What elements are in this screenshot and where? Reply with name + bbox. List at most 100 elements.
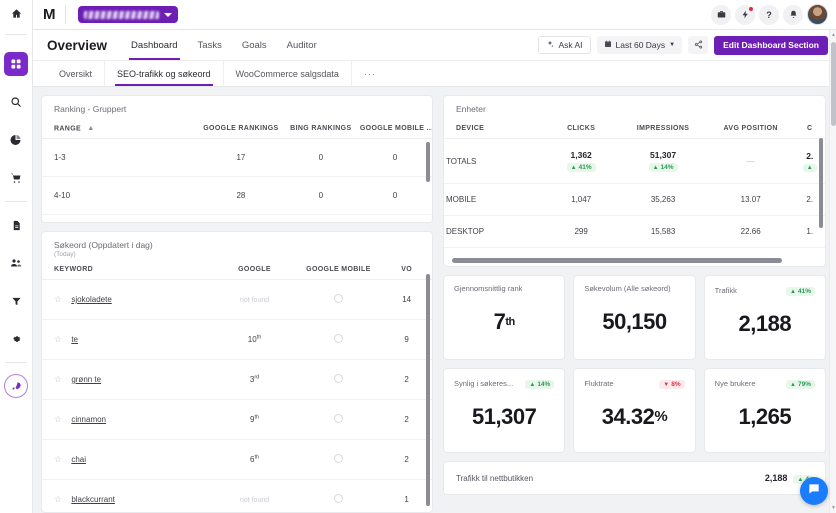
keyword-link[interactable]: grønn te (71, 375, 101, 384)
col-range[interactable]: RANGE ▲ (42, 119, 198, 140)
kpi-card-visibility: Synlig i søkeres... ▲ 14% 51,307 (443, 368, 566, 453)
keyword-link[interactable]: te (71, 335, 78, 344)
devices-table-vertical-scrollbar[interactable] (819, 138, 823, 228)
subtab-oversikt[interactable]: Oversikt (47, 61, 106, 86)
sidebar-item-ecommerce[interactable] (4, 166, 28, 190)
table-row[interactable]: 1-3 17 0 0 (42, 138, 432, 178)
table-row[interactable]: ☆ cinnamon 9th 2 (42, 399, 432, 440)
col-clicks[interactable]: CLICKS (543, 119, 620, 139)
subtab-seo-trafikk-og-sokeord[interactable]: SEO-trafikk og søkeord (105, 61, 224, 86)
devices-table-horizontal-scrollbar[interactable] (452, 258, 782, 263)
table-row[interactable]: ☆ blackcurrant not found 1 (42, 479, 432, 512)
col-google-mobile[interactable]: GOOGLE MOBILE ... (357, 119, 432, 140)
rank-value: 10th (247, 334, 262, 345)
keyword-link[interactable]: cinnamon (71, 415, 106, 424)
page-scrollbar[interactable]: ▲ ▼ (829, 30, 836, 513)
col-keyword[interactable]: KEYWORD (42, 260, 214, 280)
table-row[interactable]: DESKTOP 299 15,583 22.66 1. (444, 215, 825, 248)
tab-auditor[interactable]: Auditor (277, 30, 327, 60)
share-icon (694, 40, 703, 51)
sidebar-item-settings[interactable] (4, 327, 28, 351)
table-row[interactable]: ☆ chai 6th 2 (42, 439, 432, 480)
sub-tabs: Oversikt SEO-trafikk og søkeord WooComme… (33, 61, 836, 87)
star-icon[interactable]: ☆ (54, 294, 62, 304)
col-ctr-truncated[interactable]: C (794, 119, 825, 139)
page-scrollbar-thumb[interactable] (831, 42, 836, 126)
ask-ai-button[interactable]: Ask AI (538, 36, 591, 54)
ranking-table-scrollbar[interactable] (426, 142, 430, 182)
help-button[interactable]: ? (759, 4, 779, 25)
col-range-label: RANGE (54, 125, 82, 133)
tab-goals[interactable]: Goals (232, 30, 277, 60)
keywords-table-scrollbar[interactable] (426, 274, 430, 506)
avg-position-cell: 13.07 (706, 183, 795, 216)
col-impressions[interactable]: IMPRESSIONS (619, 119, 707, 139)
sidebar-item-audience[interactable] (4, 251, 28, 275)
keyword-link[interactable]: sjokoladete (71, 295, 111, 304)
col-google-mobile[interactable]: GOOGLE MOBILE (295, 260, 382, 280)
devices-table-header-row: DEVICE CLICKS IMPRESSIONS AVG POSITION C (444, 119, 825, 139)
impressions-delta-badge: ▲ 14% (648, 163, 678, 172)
sidebar-item-reports[interactable] (4, 213, 28, 237)
sidebar-item-funnel[interactable] (4, 289, 28, 313)
kpi-label: Trafikk (714, 285, 737, 295)
date-range-picker[interactable]: Last 60 Days ▼ (596, 36, 683, 54)
app-logo: M (43, 6, 56, 23)
circle-icon (333, 414, 343, 423)
star-icon[interactable]: ☆ (54, 454, 62, 464)
cart-icon (10, 172, 22, 184)
avatar[interactable] (807, 4, 828, 25)
sidebar-item-search[interactable] (4, 90, 28, 114)
kpi-value: 2,188 (738, 310, 792, 336)
page-title: Overview (47, 37, 108, 53)
sidebar-item-dashboard[interactable] (4, 52, 28, 76)
col-google-rankings[interactable]: GOOGLE RANKINGS (198, 119, 284, 140)
table-row[interactable]: ☆ sjokoladete not found 14 (42, 279, 432, 320)
calendar-icon (604, 40, 612, 50)
notifications-button[interactable] (783, 4, 803, 25)
col-device[interactable]: DEVICE (444, 119, 544, 139)
col-volume[interactable]: VO (381, 260, 432, 280)
table-row[interactable]: 4-10 28 0 0 (42, 176, 432, 216)
quick-actions-button[interactable] (735, 4, 755, 25)
keyword-cell: ☆ cinnamon (42, 399, 214, 440)
tab-dashboard[interactable]: Dashboard (121, 30, 187, 60)
ranking-table: RANGE ▲ GOOGLE RANKINGS BING RANKINGS GO… (42, 119, 432, 216)
col-google[interactable]: GOOGLE (213, 260, 296, 280)
google-mobile-rank (295, 279, 382, 320)
edit-dashboard-section-button[interactable]: Edit Dashboard Section (714, 35, 828, 55)
subtab-woocommerce-salgsdata[interactable]: WooCommerce salgsdata (224, 61, 352, 86)
chat-button[interactable] (800, 477, 828, 505)
subtab-more-button[interactable]: ··· (352, 61, 388, 86)
star-icon[interactable]: ☆ (54, 414, 62, 424)
keyword-link[interactable]: chai (71, 455, 86, 464)
col-bing-rankings[interactable]: BING RANKINGS (283, 119, 358, 140)
home-button[interactable] (0, 0, 32, 30)
star-icon[interactable]: ☆ (54, 334, 62, 344)
star-icon[interactable]: ☆ (54, 374, 62, 384)
col-avg-position[interactable]: AVG POSITION (706, 119, 795, 139)
keyword-link[interactable]: blackcurrant (71, 495, 115, 504)
account-name-redacted (84, 10, 159, 19)
table-row[interactable]: MOBILE 1,047 35,263 13.07 2. (444, 183, 825, 216)
star-icon[interactable]: ☆ (54, 494, 62, 504)
table-row[interactable]: ☆ te 10th 9 (42, 319, 432, 360)
tab-tasks[interactable]: Tasks (188, 30, 232, 60)
scroll-up-arrow[interactable]: ▲ (830, 32, 836, 38)
home-icon (11, 6, 22, 24)
kpi-row-2: Synlig i søkeres... ▲ 14% 51,307 Fluktrat… (443, 368, 826, 453)
scroll-down-arrow[interactable]: ▼ (830, 505, 836, 511)
ranking-bing: 0 (283, 176, 358, 216)
circle-icon (333, 374, 343, 383)
keyword-cell: ☆ blackcurrant (42, 479, 214, 512)
sidebar-item-launch[interactable] (4, 374, 28, 398)
briefcase-button[interactable] (711, 4, 731, 25)
sidebar-item-analytics[interactable] (4, 128, 28, 152)
left-column: Ranking - Gruppert RANGE ▲ GOOGLE RANKIN… (41, 95, 433, 513)
share-button[interactable] (688, 36, 709, 54)
notification-dot (749, 6, 753, 11)
table-row[interactable]: ☆ grønn te 3rd 2 (42, 359, 432, 400)
account-selector[interactable] (78, 6, 178, 23)
table-row[interactable]: TOTALS 1,362 ▲ 41% 51,307 ▲ 14% — 2. ▲ (444, 138, 825, 184)
document-icon (11, 220, 22, 231)
